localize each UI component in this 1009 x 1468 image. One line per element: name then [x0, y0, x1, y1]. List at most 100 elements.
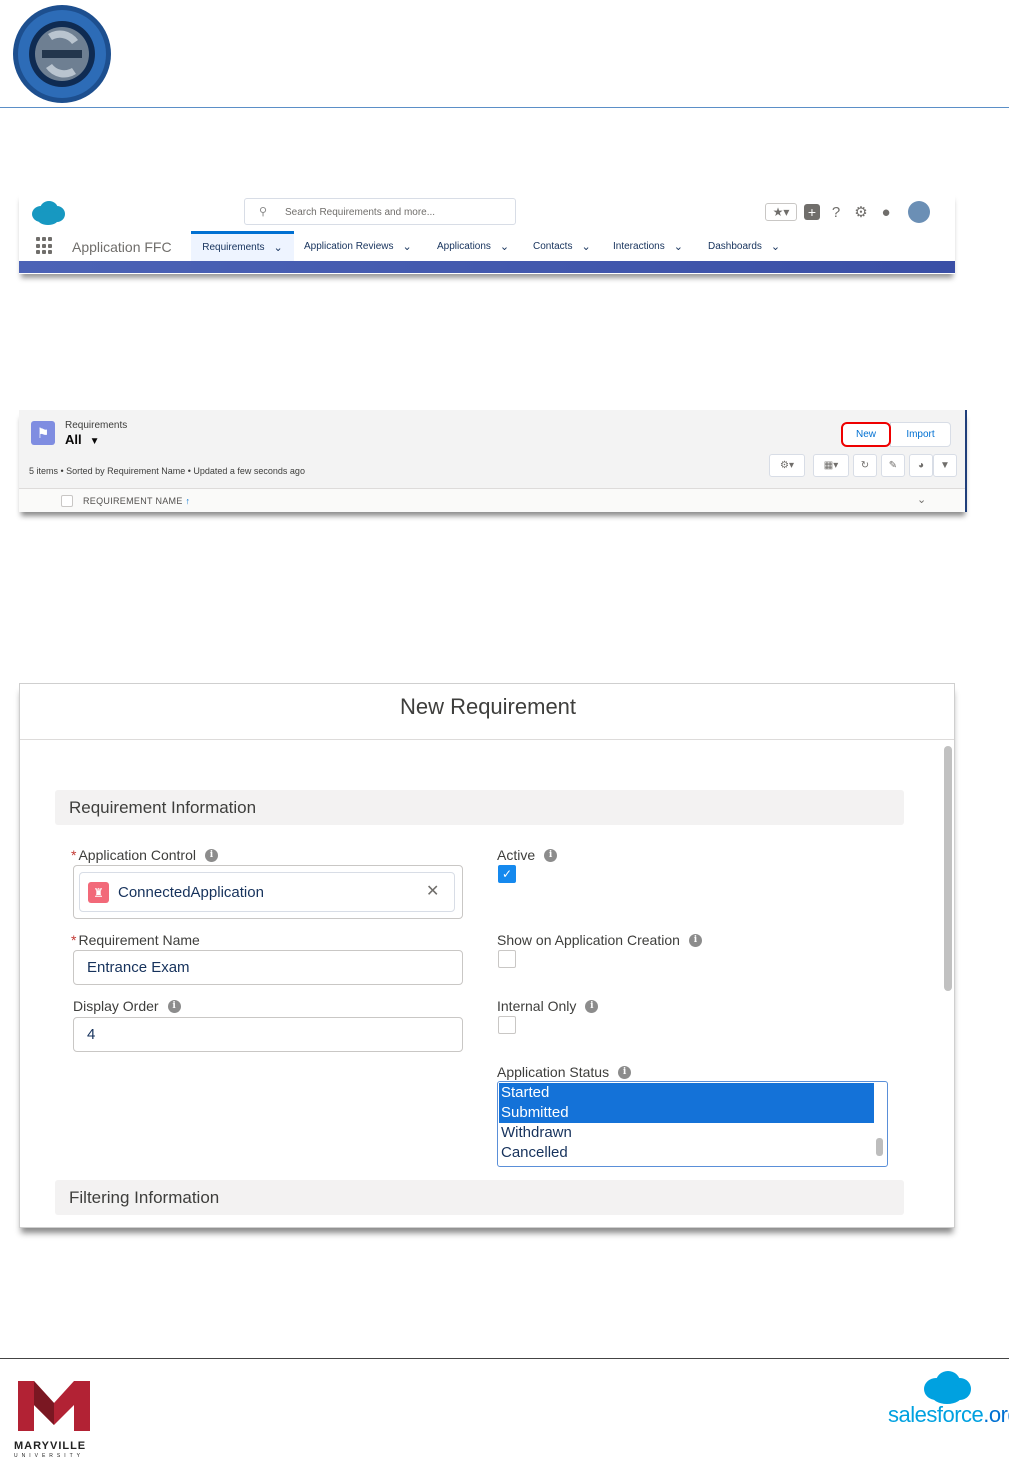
column-menu-chevron-icon[interactable]: ⌄: [917, 493, 926, 506]
tab-label: Contacts: [533, 240, 573, 252]
refresh-icon[interactable]: ↻: [853, 454, 877, 477]
app-nav-bar: Application FFC Requirements ⌄ Applicatio…: [19, 231, 955, 261]
tab-label: Requirements: [202, 242, 265, 253]
status-option-started[interactable]: Started: [499, 1083, 874, 1103]
info-icon[interactable]: i: [204, 848, 218, 862]
requirement-flag-icon: ⚑: [31, 421, 55, 445]
modal-scrollbar[interactable]: [944, 746, 952, 991]
requirement-name-input[interactable]: Entrance Exam: [73, 950, 463, 985]
chevron-down-icon[interactable]: ⌄: [674, 240, 683, 253]
filter-icon[interactable]: ▼: [933, 454, 957, 477]
app-name: Application FFC: [72, 239, 172, 255]
required-asterisk: *: [71, 847, 77, 863]
application-status-multiselect[interactable]: Started Submitted Withdrawn Cancelled: [497, 1081, 888, 1167]
lookup-selected-pill[interactable]: ♜ ConnectedApplication ✕: [79, 872, 455, 912]
status-option-withdrawn[interactable]: Withdrawn: [499, 1123, 874, 1143]
display-order-label: Display Order i: [73, 998, 181, 1014]
notifications-bell-icon[interactable]: ●: [877, 203, 895, 221]
modal-header-divider: [20, 739, 954, 740]
list-view-picker[interactable]: All ▼: [65, 432, 100, 447]
import-button[interactable]: Import: [890, 422, 951, 447]
lookup-value: ConnectedApplication: [118, 884, 264, 901]
setup-gear-icon[interactable]: ⚙: [852, 203, 870, 221]
status-option-cancelled[interactable]: Cancelled: [499, 1143, 874, 1163]
salesforce-org-wordmark: salesforce.org: [888, 1402, 1009, 1428]
table-column-header: REQUIREMENT NAME ↑ ⌄: [19, 488, 965, 512]
tab-label: Dashboards: [708, 240, 762, 252]
info-icon[interactable]: i: [585, 999, 599, 1013]
salesforce-org-cloud-icon: [924, 1371, 971, 1404]
section-requirement-information[interactable]: Requirement Information: [55, 790, 904, 825]
global-add-icon[interactable]: +: [804, 204, 820, 220]
clear-selection-icon[interactable]: ✕: [426, 881, 439, 901]
label-text: Show on Application Creation: [497, 932, 680, 948]
info-icon[interactable]: i: [167, 999, 181, 1013]
tab-contacts[interactable]: Contacts ⌄: [533, 231, 591, 261]
favorites-icon[interactable]: ★▾: [765, 203, 797, 221]
label-text: Application Control: [78, 847, 196, 863]
user-avatar[interactable]: [908, 201, 930, 223]
section-filtering-information[interactable]: Filtering Information: [55, 1180, 904, 1215]
tab-requirements[interactable]: Requirements ⌄: [191, 231, 294, 261]
select-all-checkbox[interactable]: [61, 495, 73, 507]
display-order-input[interactable]: 4: [73, 1017, 463, 1052]
label-text: Internal Only: [497, 998, 577, 1014]
header-rule: [0, 107, 1009, 108]
requirements-list-view-header: ⚑ Requirements All ▼ 5 items • Sorted by …: [19, 410, 967, 512]
maryville-university-logo: [18, 1381, 90, 1431]
status-option-submitted[interactable]: Submitted: [499, 1103, 874, 1123]
new-requirement-modal: New Requirement Requirement Information …: [19, 683, 955, 1228]
university-name: MARYVILLE: [14, 1440, 87, 1452]
show-on-application-creation-label: Show on Application Creation i: [497, 932, 702, 948]
label-text: Requirement Name: [78, 932, 200, 948]
list-settings-gear-icon[interactable]: ⚙▾: [769, 454, 805, 477]
active-checkbox[interactable]: ✓: [498, 865, 516, 883]
info-icon[interactable]: i: [618, 1065, 632, 1079]
internal-only-checkbox[interactable]: [498, 1016, 516, 1034]
wordmark-text: salesforce: [888, 1402, 984, 1427]
tab-applications[interactable]: Applications ⌄: [437, 231, 509, 261]
listbox-scrollbar[interactable]: [876, 1138, 883, 1156]
sort-ascending-icon: ↑: [185, 496, 191, 506]
display-as-table-icon[interactable]: ▦▾: [813, 454, 849, 477]
info-icon[interactable]: i: [544, 848, 558, 862]
global-search-input[interactable]: ⚲ Search Requirements and more...: [244, 198, 516, 225]
tab-interactions[interactable]: Interactions ⌄: [613, 231, 683, 261]
help-icon[interactable]: ?: [827, 203, 845, 221]
internal-only-label: Internal Only i: [497, 998, 599, 1014]
chevron-down-icon[interactable]: ⌄: [771, 240, 780, 253]
chevron-down-icon[interactable]: ⌄: [581, 240, 590, 253]
footer-rule: [0, 1358, 1009, 1359]
edit-pencil-icon[interactable]: ✎: [881, 454, 905, 477]
charts-icon[interactable]: ◕: [909, 454, 933, 477]
label-text: Application Status: [497, 1064, 610, 1080]
list-meta-info: 5 items • Sorted by Requirement Name • U…: [29, 466, 305, 476]
info-icon[interactable]: i: [688, 933, 702, 947]
university-sub: UNIVERSITY: [14, 1453, 85, 1459]
label-text: Display Order: [73, 998, 159, 1014]
chevron-down-icon[interactable]: ⌄: [274, 241, 283, 254]
utility-icons: ★▾ + ? ⚙ ●: [765, 201, 930, 223]
tab-dashboards[interactable]: Dashboards ⌄: [708, 231, 780, 261]
show-on-application-creation-checkbox[interactable]: [498, 950, 516, 968]
required-asterisk: *: [71, 932, 77, 948]
search-placeholder: Search Requirements and more...: [285, 207, 436, 218]
list-actions: New Import: [841, 422, 951, 447]
tab-application-reviews[interactable]: Application Reviews ⌄: [304, 231, 412, 261]
label-text: Active: [497, 847, 536, 863]
header-decorative-band: [19, 261, 955, 273]
app-launcher-icon[interactable]: [36, 237, 54, 255]
new-button[interactable]: New: [841, 422, 891, 447]
company-logo: [13, 5, 111, 103]
chevron-down-icon[interactable]: ⌄: [403, 240, 412, 253]
application-control-record-icon: ♜: [88, 882, 109, 903]
wordmark-suffix: .org: [983, 1402, 1009, 1427]
column-requirement-name[interactable]: REQUIREMENT NAME ↑: [83, 496, 190, 506]
application-status-label: Application Status i: [497, 1064, 632, 1080]
salesforce-global-header: ⚲ Search Requirements and more... ★▾ + ?…: [19, 192, 955, 274]
list-view-controls: ⚙▾ ▦▾ ↻ ✎ ◕ ▼: [769, 454, 957, 477]
object-label: Requirements: [65, 420, 128, 431]
application-control-lookup[interactable]: ♜ ConnectedApplication ✕: [73, 865, 463, 919]
chevron-down-icon[interactable]: ⌄: [500, 240, 509, 253]
active-label: Active i: [497, 847, 558, 863]
